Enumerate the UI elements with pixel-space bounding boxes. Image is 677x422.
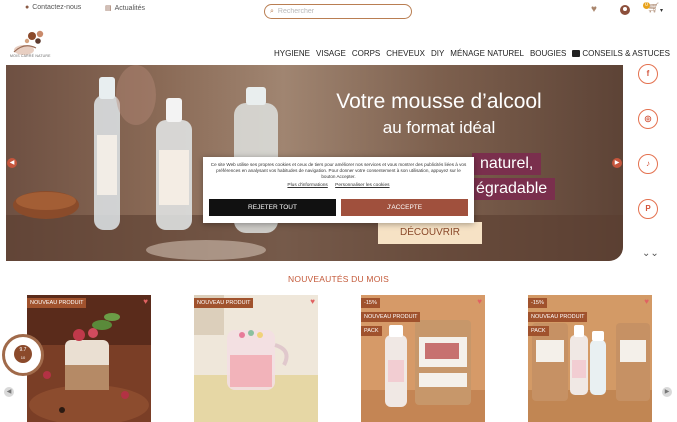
product-card-1[interactable]: NOUVEAU PRODUIT ♥ [27, 295, 151, 422]
product-badge: NOUVEAU PRODUIT [361, 312, 421, 322]
nav-item-bougies[interactable]: BOUGIES [530, 49, 566, 58]
location-icon: ● [25, 4, 30, 11]
news-icon: ▤ [105, 5, 112, 12]
search-box[interactable]: ⌕ [264, 4, 412, 19]
contact-label: Contactez-nous [32, 4, 82, 11]
news-label: Actualités [114, 4, 145, 12]
hero-prev-arrow-icon[interactable]: ◀ [7, 158, 17, 168]
nav-item-hygiene[interactable]: HYGIENE [274, 49, 310, 58]
hero-pill-1: naturel, [472, 153, 542, 175]
nav-item-cheveux[interactable]: CHEVEUX [386, 49, 425, 58]
more-info-link[interactable]: Plus d'informations [287, 183, 327, 188]
news-link[interactable]: ▤ Actualités [105, 4, 145, 13]
product-card-3[interactable]: -15% NOUVEAU PRODUIT PACK ♥ [361, 295, 485, 422]
scroll-down-chevron-icon[interactable]: ⌄⌄ [642, 248, 659, 259]
accept-button[interactable]: J'ACCEPTE [341, 199, 468, 216]
product-badge: NOUVEAU PRODUIT [194, 298, 254, 308]
product-image-2 [194, 295, 318, 422]
rating-max: 10 [20, 355, 26, 360]
discount-badge: -15% [528, 298, 547, 308]
nav-item-conseils[interactable]: CONSEILS & ASTUCES [572, 49, 670, 58]
rating-value: 9.7 [19, 347, 27, 353]
discount-badge: -15% [361, 298, 380, 308]
chat-bubble-icon [572, 50, 581, 57]
tiktok-icon[interactable]: ♪ [638, 154, 658, 174]
logo-text: MOIS CARRÉ NATURE [10, 54, 51, 58]
hero-next-arrow-icon[interactable]: ▶ [612, 158, 622, 168]
hero-title-line2: au format idéal [382, 118, 496, 137]
cookie-links: Plus d'informations Personnaliser les co… [209, 183, 468, 188]
wishlist-heart-icon[interactable]: ♥ [644, 297, 649, 306]
nav-item-visage[interactable]: VISAGE [316, 49, 346, 58]
nav-item-menage-naturel[interactable]: MÉNAGE NATUREL [450, 49, 524, 58]
customize-cookies-link[interactable]: Personnaliser les cookies [335, 183, 389, 188]
cookie-consent-dialog: Ce site Web utilise ses propres cookies … [203, 157, 474, 223]
products-prev-arrow-icon[interactable]: ◀ [4, 387, 14, 397]
products-next-arrow-icon[interactable]: ▶ [662, 387, 672, 397]
contact-link[interactable]: ● Contactez-nous [25, 4, 81, 11]
hero-pill-2: égradable [468, 178, 556, 200]
wishlist-heart-icon[interactable]: ♥ [143, 297, 148, 306]
search-icon: ⌕ [270, 7, 274, 15]
instagram-icon[interactable]: ◎ [638, 109, 658, 129]
nav-item-conseils-label: CONSEILS & ASTUCES [582, 49, 670, 58]
top-bar: ● Contactez-nous ▤ Actualités ⌕ ♥ 🛒︎ 0 ▾ [0, 0, 677, 22]
pack-badge: PACK [361, 326, 382, 336]
wishlist-heart-icon[interactable]: ♥ [310, 297, 315, 306]
product-image-1 [27, 295, 151, 422]
product-badge: NOUVEAU PRODUIT [27, 298, 87, 308]
wishlist-heart-icon[interactable]: ♥ [591, 4, 597, 15]
product-card-4[interactable]: -15% NOUVEAU PRODUIT PACK ♥ [528, 295, 652, 422]
search-input[interactable] [277, 8, 398, 15]
hero-title-line1: Votre mousse d’alcool [336, 90, 542, 113]
pack-badge: PACK [528, 326, 549, 336]
cart-count-badge: 0 [643, 2, 650, 9]
reject-all-button[interactable]: REJETER TOUT [209, 199, 336, 216]
pinterest-icon[interactable]: P [638, 199, 658, 219]
product-card-2[interactable]: NOUVEAU PRODUIT ♥ [194, 295, 318, 422]
cookie-text: Ce site Web utilise ses propres cookies … [210, 162, 467, 179]
main-nav: HYGIENE VISAGE CORPS CHEVEUX DIY MÉNAGE … [274, 49, 670, 58]
nav-item-diy[interactable]: DIY [431, 49, 444, 58]
rating-widget[interactable]: 9.7 10 [2, 334, 44, 376]
chevron-down-icon[interactable]: ▾ [660, 7, 663, 14]
wishlist-heart-icon[interactable]: ♥ [477, 297, 482, 306]
discover-button[interactable]: DÉCOUVRIR [378, 222, 482, 244]
product-badge: NOUVEAU PRODUIT [528, 312, 588, 322]
account-icon[interactable] [620, 5, 630, 15]
nav-item-corps[interactable]: CORPS [352, 49, 380, 58]
section-title: NOUVEAUTÉS DU MOIS [288, 274, 389, 284]
rating-score: 9.7 10 [14, 345, 32, 363]
facebook-icon[interactable]: f [638, 64, 658, 84]
